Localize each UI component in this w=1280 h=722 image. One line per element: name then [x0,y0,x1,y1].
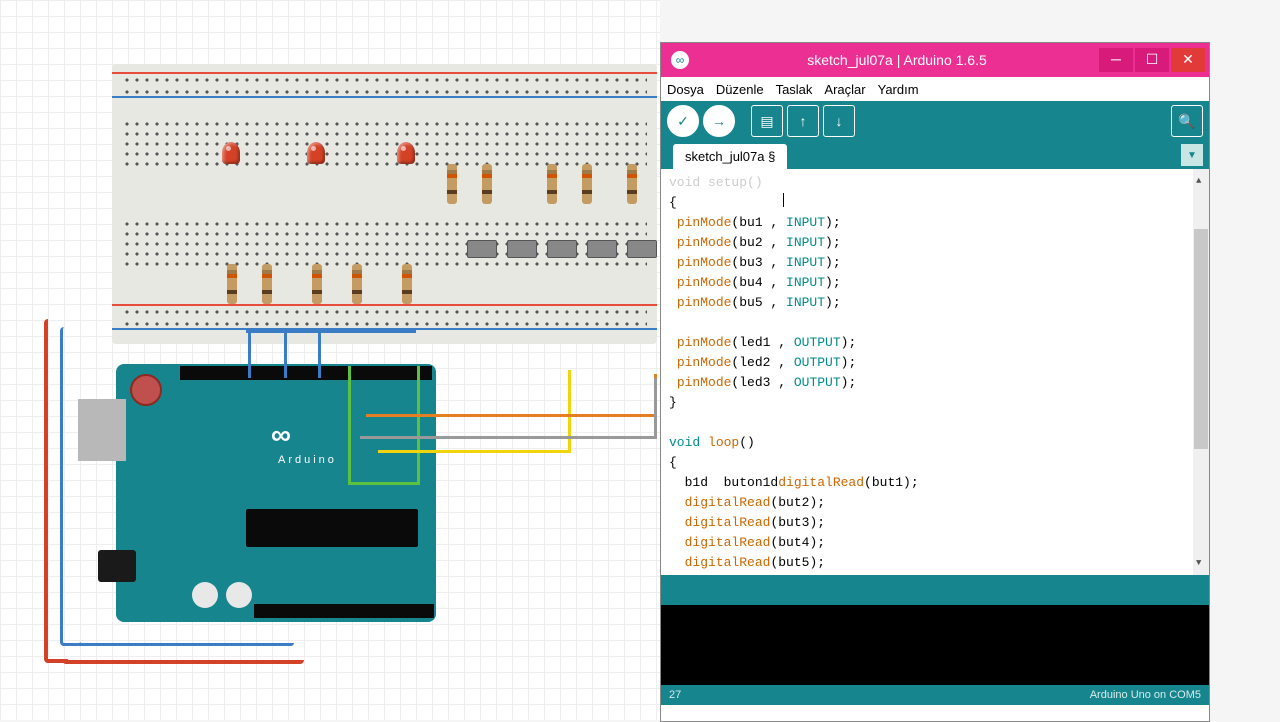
resistor [582,164,592,204]
console[interactable] [661,605,1209,685]
app-icon: ∞ [671,51,689,69]
wire-5v [62,656,304,664]
save-button[interactable]: ↓ [823,105,855,137]
window-title: sketch_jul07a | Arduino 1.6.5 [695,52,1099,68]
pushbutton-4 [587,240,617,258]
line-number: 27 [669,689,681,701]
menu-file[interactable]: Dosya [667,82,704,97]
verify-button[interactable]: ✓ [667,105,699,137]
resistor [547,164,557,204]
scroll-up-icon[interactable]: ▲ [1196,171,1201,191]
pushbutton-3 [547,240,577,258]
scrollbar-thumb[interactable] [1194,229,1208,449]
tab-bar: sketch_jul07a § ▼ [661,141,1209,169]
usb-port [78,399,126,461]
resistor [402,264,412,304]
capacitor [226,582,252,608]
wire-gnd [60,327,81,646]
menu-edit[interactable]: Düzenle [716,82,764,97]
board-port: Arduino Uno on COM5 [1090,689,1201,701]
menubar: Dosya Düzenle Taslak Araçlar Yardım [661,77,1209,101]
led-1 [222,142,240,164]
resistor [312,264,322,304]
wire [284,330,287,378]
pushbutton-5 [627,240,657,258]
footer-bar: 27 Arduino Uno on COM5 [661,685,1209,705]
menu-tools[interactable]: Araçlar [824,82,865,97]
breadboard [112,64,657,344]
arduino-ide-window: ∞ sketch_jul07a | Arduino 1.6.5 ─ ☐ ✕ Do… [660,42,1210,722]
sketch-tab[interactable]: sketch_jul07a § [673,144,787,169]
tab-menu-button[interactable]: ▼ [1181,144,1203,166]
wire [248,330,251,378]
new-button[interactable]: ▤ [751,105,783,137]
resistor [227,264,237,304]
menu-help[interactable]: Yardım [878,82,919,97]
resistor [447,164,457,204]
circuit-canvas[interactable]: ∞ Arduino [0,0,660,720]
pushbutton-1 [467,240,497,258]
resistor [627,164,637,204]
wire [246,330,416,333]
board-logo: ∞ [271,419,291,451]
wire-digital [360,378,657,439]
close-button[interactable]: ✕ [1171,48,1205,72]
pushbutton-2 [507,240,537,258]
titlebar[interactable]: ∞ sketch_jul07a | Arduino 1.6.5 ─ ☐ ✕ [661,43,1209,77]
led-3 [397,142,415,164]
power-jack [98,550,136,582]
reset-button [130,374,162,406]
open-button[interactable]: ↑ [787,105,819,137]
toolbar: ✓ → ▤ ↑ ↓ 🔍 [661,101,1209,141]
wire-gnd [76,640,294,646]
status-bar [661,575,1209,605]
menu-sketch[interactable]: Taslak [776,82,813,97]
led-2 [307,142,325,164]
capacitor [192,582,218,608]
resistor [262,264,272,304]
atmega-chip [246,509,418,547]
scrollbar[interactable]: ▲ ▼ [1193,169,1209,575]
resistor [482,164,492,204]
minimize-button[interactable]: ─ [1099,48,1133,72]
upload-button[interactable]: → [703,105,735,137]
resistor [352,264,362,304]
wire [318,330,321,378]
board-name: Arduino [278,454,337,466]
code-editor[interactable]: void setup(){ pinMode(bu1 , INPUT); pinM… [661,169,1209,575]
scroll-down-icon[interactable]: ▼ [1196,553,1201,573]
maximize-button[interactable]: ☐ [1135,48,1169,72]
serial-monitor-button[interactable]: 🔍 [1171,105,1203,137]
